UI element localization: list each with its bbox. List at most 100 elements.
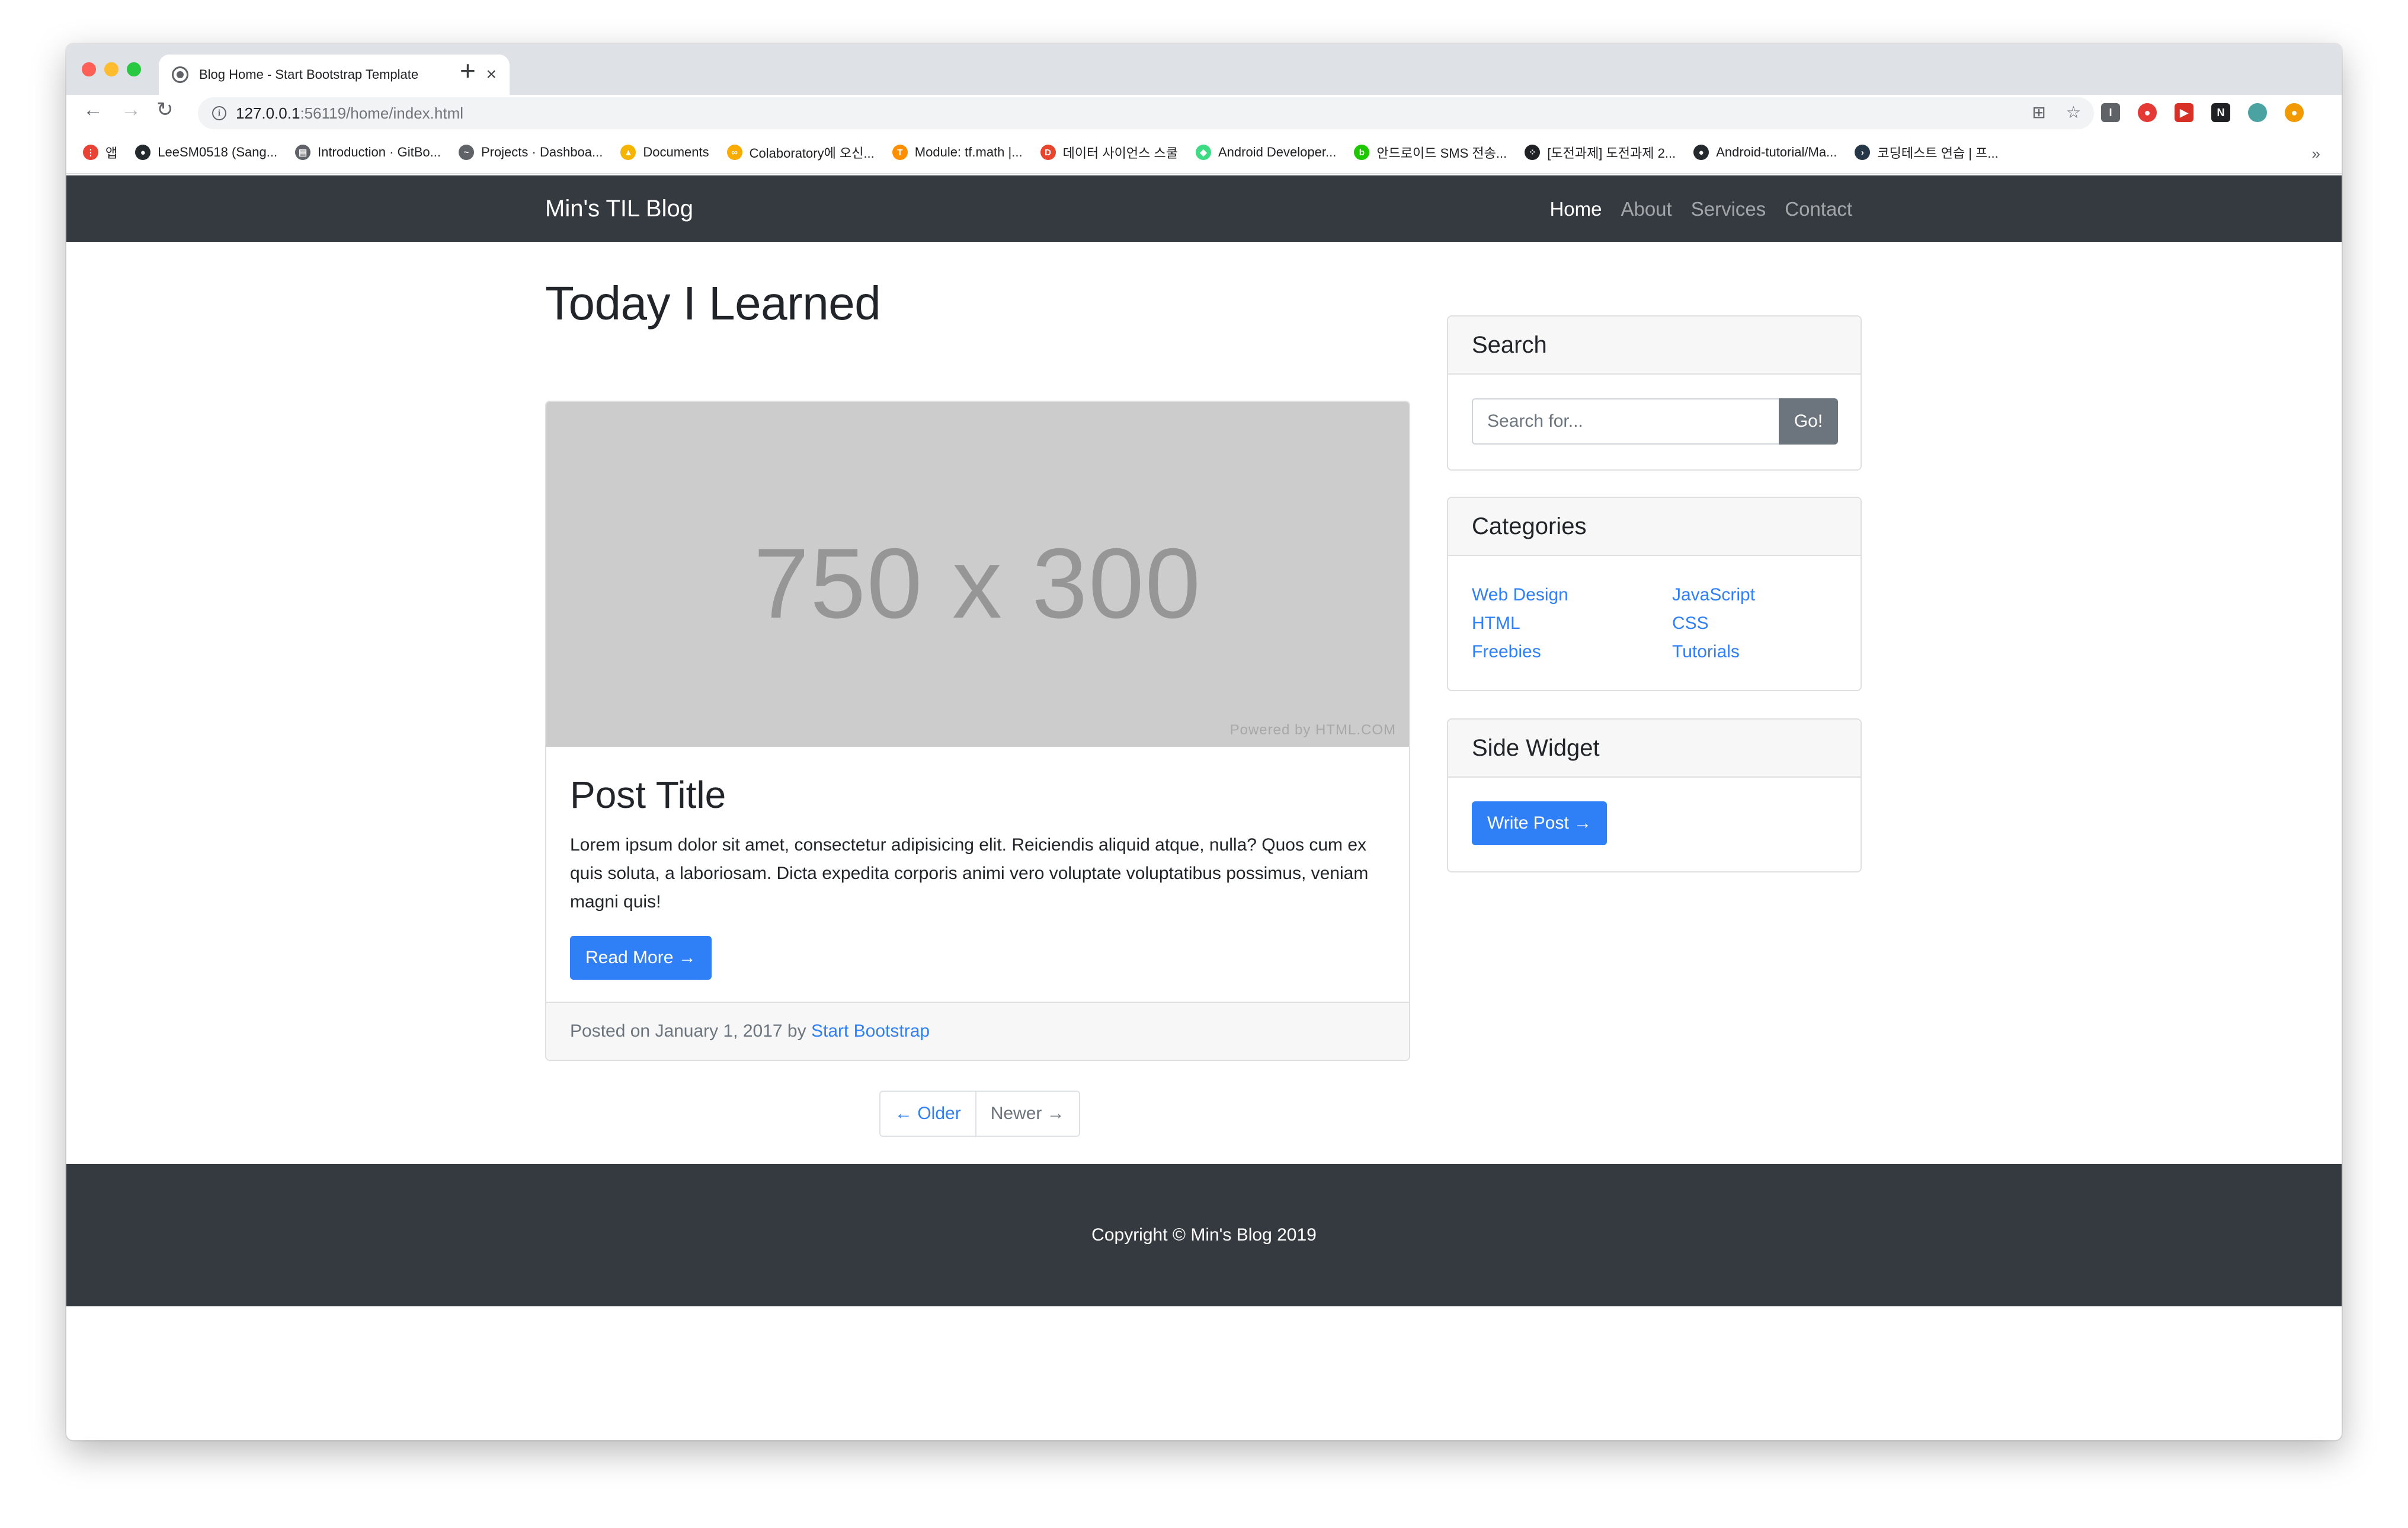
category-freebies[interactable]: Freebies bbox=[1472, 638, 1672, 666]
bookmark-label: LeeSM0518 (Sang... bbox=[158, 145, 278, 159]
github-icon: ● bbox=[135, 145, 151, 160]
video-extension-icon[interactable]: ▶ bbox=[2175, 103, 2194, 122]
bookmark-label: Projects · Dashboa... bbox=[481, 145, 603, 159]
bookmark-item[interactable]: ~ Projects · Dashboa... bbox=[458, 145, 603, 160]
author-link[interactable]: Start Bootstrap bbox=[811, 1021, 930, 1041]
bookmark-item[interactable]: T Module: tf.math |... bbox=[892, 145, 1023, 160]
site-brand[interactable]: Min's TIL Blog bbox=[545, 196, 693, 222]
blog-icon: b bbox=[1354, 145, 1370, 160]
bookmark-label: 코딩테스트 연습 | 프... bbox=[1877, 146, 1999, 161]
bookmarks-bar: ⋮ 앱 ● LeeSM0518 (Sang... ▤ Introduction · Git… bbox=[66, 132, 2342, 174]
wave-icon: ~ bbox=[458, 145, 474, 160]
older-posts-link[interactable]: ← Older bbox=[880, 1092, 976, 1136]
translate-icon[interactable]: ⊞ bbox=[2032, 104, 2045, 121]
categories-list: Web Design JavaScript HTML CSS Freebies … bbox=[1472, 581, 1850, 666]
reload-icon[interactable]: ↻ bbox=[156, 100, 174, 120]
browser-toolbar: ← → ↻ i 127.0.0.1:56119/home/index.html … bbox=[66, 95, 2342, 132]
side-widget-title: Side Widget bbox=[1448, 720, 1861, 778]
categories-widget: Categories Web Design JavaScript HTML CS… bbox=[1447, 497, 1862, 691]
category-web-design[interactable]: Web Design bbox=[1472, 581, 1672, 609]
extension-icons: I ● ▶ N ● bbox=[2101, 103, 2304, 122]
bookmark-label: Colaboratory에 오신... bbox=[749, 146, 875, 161]
side-widget: Side Widget Write Post → bbox=[1447, 718, 1862, 872]
site-footer: Copyright © Min's Blog 2019 bbox=[66, 1164, 2342, 1306]
bookmark-item[interactable]: ▲ Documents bbox=[620, 145, 709, 160]
new-tab-icon[interactable]: + bbox=[460, 57, 476, 84]
nav-about[interactable]: About bbox=[1621, 198, 1671, 220]
bookmark-item[interactable]: ⋮ 앱 bbox=[83, 143, 117, 162]
nav-home[interactable]: Home bbox=[1549, 198, 1602, 220]
tab-title: Blog Home - Start Bootstrap Template bbox=[199, 67, 419, 82]
bookmark-label: Introduction · GitBo... bbox=[318, 145, 441, 159]
search-input[interactable] bbox=[1472, 398, 1779, 445]
globe-icon bbox=[172, 66, 188, 83]
category-tutorials[interactable]: Tutorials bbox=[1672, 638, 1850, 666]
ds-school-icon: D bbox=[1040, 145, 1056, 160]
site-nav-links: Home About Services Contact bbox=[1549, 198, 1852, 220]
bookmarks-overflow-icon[interactable]: » bbox=[2312, 145, 2320, 163]
colab-icon: ∞ bbox=[726, 145, 742, 160]
profile-avatar[interactable] bbox=[2248, 103, 2267, 122]
address-bar[interactable]: i 127.0.0.1:56119/home/index.html ⊞ ☆ bbox=[198, 97, 2094, 129]
post-card: 750 x 300 Powered by HTML.COM Post Title… bbox=[545, 401, 1410, 1061]
bookmark-item[interactable]: D 데이터 사이언스 스쿨 bbox=[1040, 143, 1178, 162]
close-tab-icon[interactable]: × bbox=[486, 66, 497, 84]
search-widget: Search Go! bbox=[1447, 315, 1862, 471]
category-html[interactable]: HTML bbox=[1472, 609, 1672, 638]
programmers-icon: › bbox=[1855, 145, 1871, 160]
android-icon: ◆ bbox=[1195, 145, 1211, 160]
newer-posts-link[interactable]: Newer → bbox=[976, 1092, 1079, 1136]
tab-strip: Blog Home - Start Bootstrap Template × + bbox=[66, 44, 2342, 95]
back-icon[interactable]: ← bbox=[83, 100, 103, 120]
placeholder-dimensions: 750 x 300 bbox=[754, 528, 1202, 639]
minimize-window-button[interactable] bbox=[104, 62, 119, 76]
extension-i-icon[interactable]: I bbox=[2101, 103, 2120, 122]
read-more-button[interactable]: Read More → bbox=[570, 936, 712, 980]
categories-widget-title: Categories bbox=[1448, 498, 1861, 556]
nav-services[interactable]: Services bbox=[1691, 198, 1766, 220]
bookmark-item[interactable]: b 안드로이드 SMS 전송... bbox=[1354, 143, 1507, 162]
bookmark-item[interactable]: ∞ Colaboratory에 오신... bbox=[726, 143, 875, 162]
bookmark-label: Documents bbox=[643, 145, 709, 159]
update-icon[interactable]: ● bbox=[2285, 103, 2304, 122]
notion-icon[interactable]: N bbox=[2211, 103, 2230, 122]
adblock-icon[interactable]: ● bbox=[2138, 103, 2157, 122]
maximize-window-button[interactable] bbox=[127, 62, 141, 76]
bookmark-label: 안드로이드 SMS 전송... bbox=[1376, 146, 1507, 161]
bookmark-item[interactable]: ◆ Android Developer... bbox=[1195, 145, 1336, 160]
category-javascript[interactable]: JavaScript bbox=[1672, 581, 1850, 609]
book-icon: ▤ bbox=[295, 145, 311, 160]
bookmark-item[interactable]: ▤ Introduction · GitBo... bbox=[295, 145, 441, 160]
search-go-button[interactable]: Go! bbox=[1779, 398, 1838, 445]
nav-contact[interactable]: Contact bbox=[1785, 198, 1852, 220]
forward-icon[interactable]: → bbox=[121, 100, 141, 120]
url-host: 127.0.0.1 bbox=[236, 104, 300, 122]
window-controls bbox=[82, 62, 141, 76]
browser-tab[interactable]: Blog Home - Start Bootstrap Template × bbox=[159, 55, 510, 95]
info-icon[interactable]: i bbox=[212, 106, 226, 120]
post-meta: Posted on January 1, 2017 by Start Boots… bbox=[546, 1002, 1409, 1060]
bookmark-label: 데이터 사이언스 스쿨 bbox=[1062, 146, 1178, 161]
omnibox-actions: ⊞ ☆ bbox=[2032, 104, 2081, 121]
bookmark-star-icon[interactable]: ☆ bbox=[2066, 104, 2081, 121]
page-viewport: Min's TIL Blog Home About Services Conta… bbox=[66, 175, 2342, 1440]
bookmark-label: Module: tf.math |... bbox=[914, 145, 1023, 159]
github-icon: ● bbox=[1693, 145, 1709, 160]
site-navbar: Min's TIL Blog Home About Services Conta… bbox=[66, 175, 2342, 242]
post-image-placeholder: 750 x 300 Powered by HTML.COM bbox=[546, 402, 1409, 747]
drive-icon: ▲ bbox=[620, 145, 636, 160]
copyright-text: Copyright © Min's Blog 2019 bbox=[1091, 1225, 1317, 1245]
bookmark-item[interactable]: ● LeeSM0518 (Sang... bbox=[135, 145, 277, 160]
bookmark-item[interactable]: ⁘ [도전과제] 도전과제 2... bbox=[1525, 143, 1676, 162]
bookmark-label: 앱 bbox=[105, 146, 118, 161]
write-post-button[interactable]: Write Post → bbox=[1472, 801, 1608, 845]
category-css[interactable]: CSS bbox=[1672, 609, 1850, 638]
pagination: ← Older Newer → bbox=[879, 1091, 1080, 1137]
search-widget-title: Search bbox=[1448, 317, 1861, 375]
bookmark-item[interactable]: › 코딩테스트 연습 | 프... bbox=[1855, 143, 1999, 162]
url-path: :56119/home/index.html bbox=[300, 104, 464, 122]
url-text: 127.0.0.1:56119/home/index.html bbox=[236, 104, 463, 123]
bookmark-item[interactable]: ● Android-tutorial/Ma... bbox=[1693, 145, 1837, 160]
post-title: Post Title bbox=[570, 773, 726, 816]
close-window-button[interactable] bbox=[82, 62, 96, 76]
